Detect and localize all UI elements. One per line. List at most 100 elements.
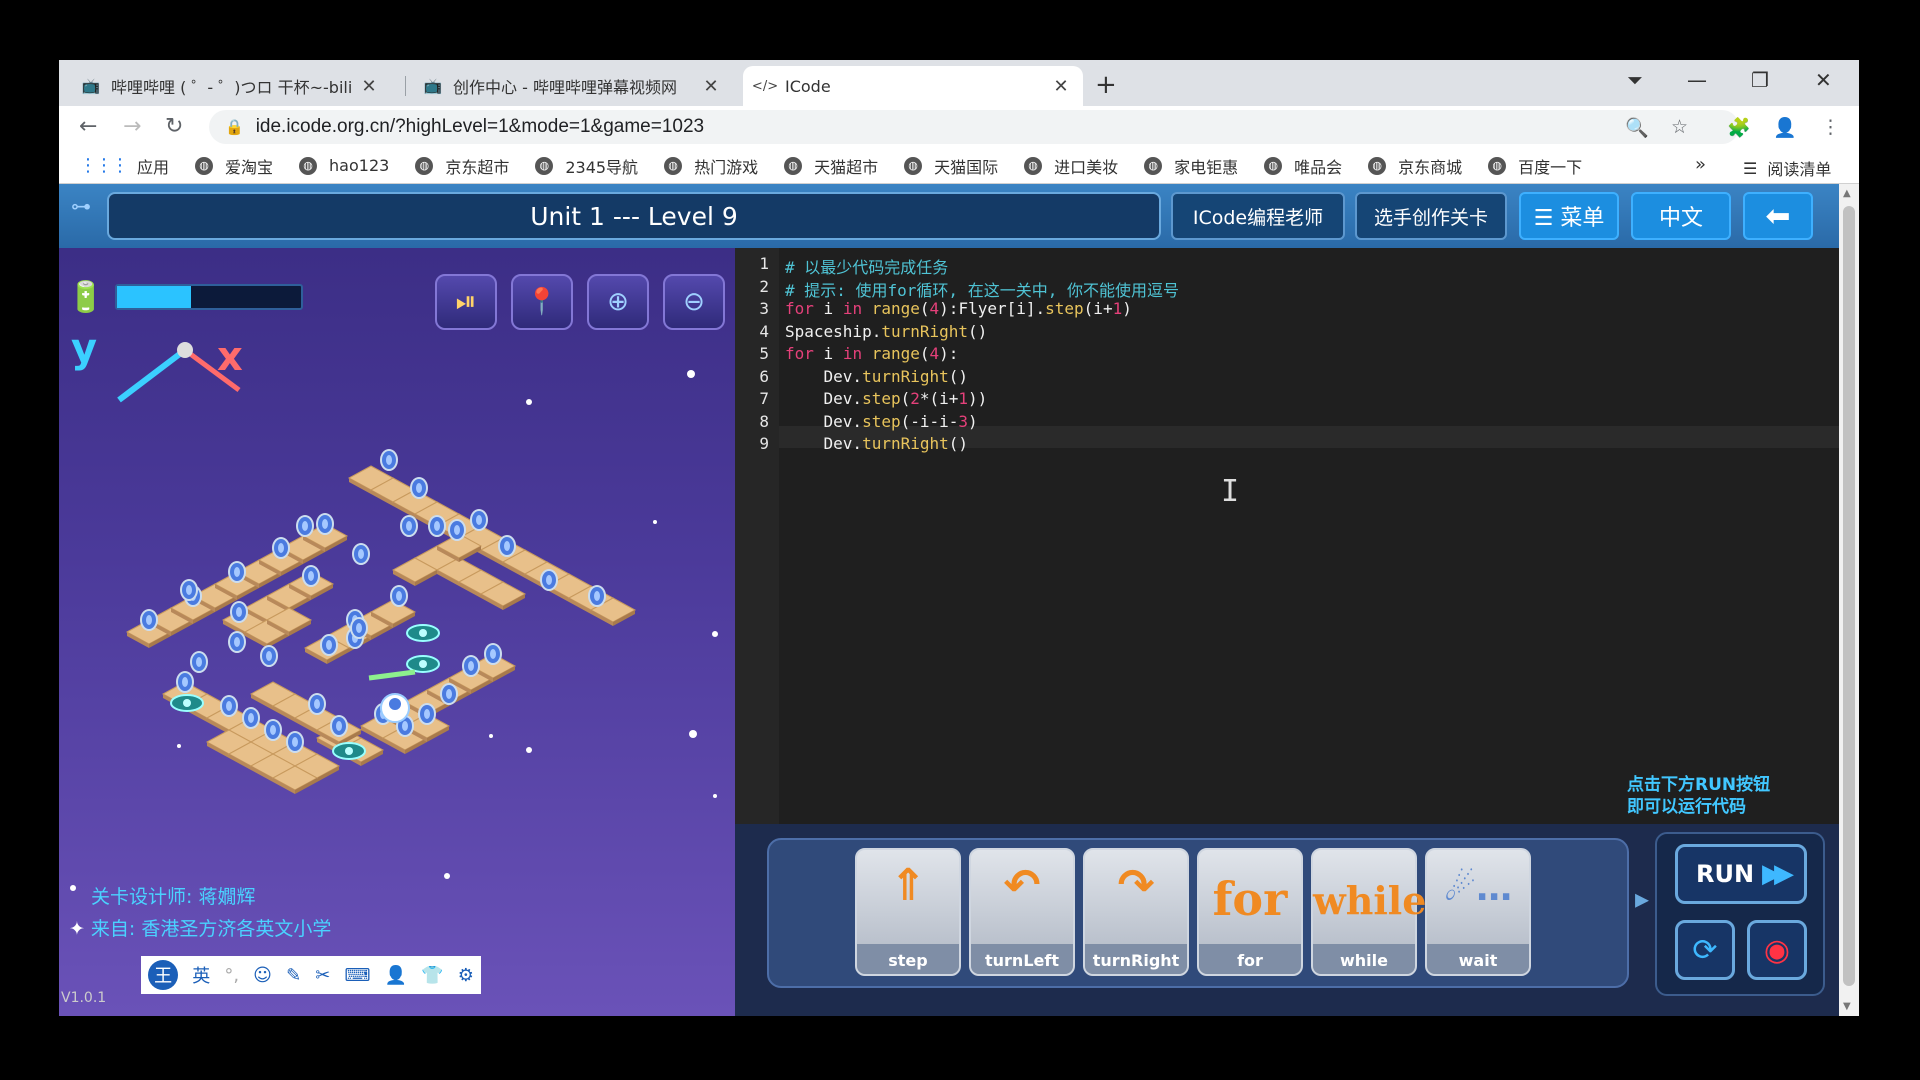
ime-logo-icon[interactable]: 王 <box>148 960 179 990</box>
stop-icon: ◉ <box>1763 932 1791 968</box>
reload-icon[interactable]: ↻ <box>165 114 183 139</box>
run-label: RUN <box>1695 860 1755 888</box>
ime-punctuation-icon[interactable]: °, <box>224 965 239 986</box>
bookmark-label: 应用 <box>137 157 170 177</box>
tab-bilibili[interactable]: 📺 哔哩哔哩 ( ゜- ゜)つロ 干杯~-bili ✕ <box>69 66 391 106</box>
close-icon[interactable]: ✕ <box>359 76 379 97</box>
bookmark-label: 天猫超市 <box>814 157 879 177</box>
skin-icon[interactable]: 👕 <box>421 965 443 986</box>
level-title: Unit 1 --- Level 9 <box>107 192 1161 240</box>
bookmark-item[interactable]: ◍ 家电钜惠 <box>1144 154 1238 178</box>
block-step[interactable]: ⇑ step <box>855 848 961 976</box>
code-line[interactable]: Dev.step(-i-i-3) <box>785 412 978 431</box>
code-line[interactable]: # 提示: 使用for循环, 在这一关中, 你不能使用逗号 <box>785 277 1179 301</box>
bookmark-item[interactable]: ◍ 天猫国际 <box>904 154 998 178</box>
new-tab-button[interactable]: + <box>1095 70 1117 100</box>
reset-button[interactable]: ⟳ <box>1675 920 1735 980</box>
back-icon[interactable]: ← <box>79 114 97 139</box>
code-line[interactable]: Spaceship.turnRight() <box>785 322 987 341</box>
forward-icon[interactable]: → <box>123 114 141 139</box>
bookmark-item[interactable]: ◍ 2345导航 <box>535 154 638 178</box>
code-line[interactable]: Dev.turnRight() <box>785 434 969 453</box>
line-number: 4 <box>759 321 769 341</box>
gem-icon <box>470 509 488 531</box>
game-canvas[interactable]: 🔋 ⏯ 📍 ⊕ ⊖ y x 关卡设计师: 蒋嫺辉 ✦ 来自: 香港圣方济各英文小… <box>59 248 735 1016</box>
gem-icon <box>330 715 348 737</box>
code-line[interactable]: Dev.turnRight() <box>785 367 969 386</box>
code-editor[interactable]: 1 2 3 4 5 6 7 8 9 # 以最少代码完成任务 # 提示: 使用for循环, 在这一关… <box>735 248 1839 824</box>
tab-creator-center[interactable]: 📺 创作中心 - 哔哩哔哩弹幕视频网 ✕ <box>411 66 733 106</box>
avatar-icon[interactable]: 👤 <box>1773 116 1797 139</box>
tab-title: 创作中心 - 哔哩哔哩弹幕视频网 <box>453 78 677 97</box>
block-wait[interactable]: ☄… wait <box>1425 848 1531 976</box>
tab-icode[interactable]: </> ICode ✕ <box>743 66 1083 106</box>
user-icon[interactable]: 👤 <box>385 965 407 986</box>
run-button[interactable]: RUN ▶▶ <box>1675 844 1807 904</box>
block-turn-right[interactable]: ↷ turnRight <box>1083 848 1189 976</box>
bookmark-item[interactable]: ◍ 京东商城 <box>1368 154 1462 178</box>
bookmark-item[interactable]: ◍ 爱淘宝 <box>195 154 273 178</box>
close-icon[interactable]: ✕ <box>701 76 721 97</box>
restore-button[interactable]: ❐ <box>1751 68 1769 92</box>
gem-icon <box>264 719 282 741</box>
gem-icon <box>462 655 480 677</box>
profile-dropdown-icon[interactable]: ⏷ <box>1627 68 1643 92</box>
gem-icon <box>260 645 278 667</box>
level-designer-credit: 关卡设计师: 蒋嫺辉 <box>91 886 256 908</box>
globe-icon: ◍ <box>784 156 803 175</box>
ime-toolbar[interactable]: 王 英 °, ☺ ✎ ✂ ⌨ 👤 👕 ⚙ <box>141 956 481 994</box>
language-button[interactable]: 中文 <box>1631 192 1731 240</box>
bookmark-item[interactable]: ◍ hao123 <box>299 156 389 175</box>
bookmark-label: 热门游戏 <box>694 157 759 177</box>
block-while[interactable]: while while <box>1311 848 1426 976</box>
extensions-icon[interactable]: 🧩 <box>1727 116 1751 139</box>
hint-line-2: 即可以运行代码 <box>1627 797 1746 817</box>
bookmark-item[interactable]: ◍ 热门游戏 <box>664 154 758 178</box>
gem-icon <box>498 535 516 557</box>
code-line[interactable]: # 以最少代码完成任务 <box>785 254 948 278</box>
bookmark-item[interactable]: ◍ 百度一下 <box>1488 154 1582 178</box>
scroll-up-icon[interactable]: ▲ <box>1843 188 1851 199</box>
back-button[interactable]: ⬅ <box>1743 192 1813 240</box>
page-scrollbar[interactable]: ▲ ▼ <box>1839 184 1859 1016</box>
ime-english-toggle[interactable]: 英 <box>192 962 210 988</box>
reading-list-label: 阅读清单 <box>1767 160 1832 179</box>
bookmark-item[interactable]: ◍ 天猫超市 <box>784 154 878 178</box>
block-for[interactable]: for for <box>1197 848 1303 976</box>
gem-icon <box>400 515 418 537</box>
code-line[interactable]: Dev.step(2*(i+1)) <box>785 389 988 408</box>
create-level-button[interactable]: 选手创作关卡 <box>1355 192 1507 240</box>
stop-button[interactable]: ◉ <box>1747 920 1807 980</box>
menu-button[interactable]: ☰ 菜单 <box>1519 192 1619 240</box>
star-icon[interactable]: ☆ <box>1671 116 1688 138</box>
bookmark-item[interactable]: ◍ 进口美妆 <box>1024 154 1118 178</box>
handwrite-icon[interactable]: ✎ <box>286 965 301 986</box>
fast-forward-icon: ▶▶ <box>1762 859 1794 889</box>
code-line[interactable]: for i in range(4):Flyer[i].step(i+1) <box>785 299 1132 318</box>
emoji-icon[interactable]: ☺ <box>253 965 272 986</box>
reading-list-button[interactable]: ☰ 阅读清单 <box>1743 156 1831 180</box>
more-menu-icon[interactable]: ⋮ <box>1821 116 1840 138</box>
code-line[interactable]: for i in range(4): <box>785 344 958 363</box>
block-turn-left[interactable]: ↶ turnLeft <box>969 848 1075 976</box>
palette-next-icon[interactable]: ▸ <box>1635 882 1649 915</box>
globe-icon: ◍ <box>1264 156 1283 175</box>
bookmark-item[interactable]: ◍ 唯品会 <box>1264 154 1342 178</box>
scroll-down-icon[interactable]: ▼ <box>1843 1001 1851 1012</box>
bookmark-label: 京东超市 <box>445 157 510 177</box>
address-bar[interactable]: 🔒 ide.icode.org.cn/?highLevel=1&mode=1&g… <box>209 110 1739 144</box>
run-panel: RUN ▶▶ ⟳ ◉ <box>1655 832 1825 996</box>
icode-teacher-button[interactable]: ICode编程老师 <box>1171 192 1345 240</box>
close-window-button[interactable]: ✕ <box>1815 68 1832 92</box>
bookmark-apps[interactable]: ⋮⋮⋮ 应用 <box>79 154 169 178</box>
scissors-icon[interactable]: ✂ <box>315 965 330 986</box>
settings-icon[interactable]: ⚙ <box>458 965 474 986</box>
bookmark-item[interactable]: ◍ 京东超市 <box>415 154 509 178</box>
bookmarks-more-button[interactable]: » <box>1695 154 1706 175</box>
globe-icon: ◍ <box>195 156 214 175</box>
zoom-icon[interactable]: 🔍 <box>1625 116 1649 139</box>
scroll-thumb[interactable] <box>1843 206 1855 986</box>
keyboard-icon[interactable]: ⌨ <box>345 965 371 986</box>
close-icon[interactable]: ✕ <box>1051 76 1071 97</box>
minimize-button[interactable]: — <box>1687 68 1707 92</box>
